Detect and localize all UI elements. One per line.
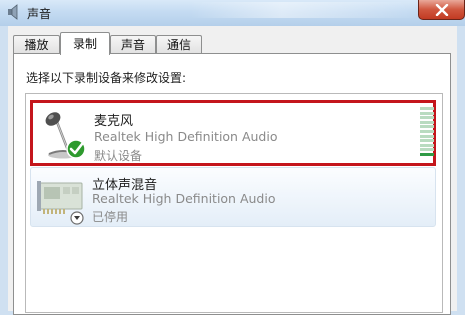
device-item-stereo-mix[interactable]: 立体声混音 Realtek High Definition Audio 已停用	[30, 167, 436, 227]
default-checkmark-icon	[66, 139, 86, 159]
device-status: 已停用	[92, 210, 129, 224]
sound-card-icon	[37, 181, 84, 225]
tab-playback[interactable]: 播放	[13, 35, 60, 53]
device-item-microphone[interactable]: 麦克风 Realtek High Definition Audio 默认设备	[30, 100, 436, 166]
title-bar: 声音	[0, 0, 465, 26]
title-bar-glass	[190, 2, 420, 18]
level-meter-segment	[420, 107, 434, 110]
level-meter-segment	[420, 111, 434, 115]
level-meter-segment	[420, 148, 434, 152]
level-meter-segment	[420, 125, 434, 129]
tab-recording[interactable]: 录制	[60, 32, 110, 55]
disabled-down-arrow-icon	[70, 211, 84, 225]
device-list: 麦克风 Realtek High Definition Audio 默认设备 立…	[25, 93, 443, 313]
level-meter-segment	[420, 153, 434, 156]
tab-sounds[interactable]: 声音	[110, 35, 156, 53]
window-title: 声音	[27, 7, 52, 21]
close-button[interactable]	[418, 0, 465, 20]
dialog-client-area: 播放 录制 声音 通信 选择以下录制设备来修改设置: 麦克风 Realtek H…	[8, 26, 457, 315]
recording-panel: 选择以下录制设备来修改设置: 麦克风 Realtek High Definiti…	[13, 53, 451, 315]
panel-prompt: 选择以下录制设备来修改设置:	[26, 71, 187, 85]
level-meter-segment	[420, 116, 434, 120]
level-meter-segment	[420, 130, 434, 133]
device-status: 默认设备	[94, 149, 143, 163]
tab-communications[interactable]: 通信	[156, 35, 202, 53]
level-meter-segment	[420, 134, 434, 138]
device-driver: Realtek High Definition Audio	[92, 191, 276, 206]
device-name: 麦克风	[94, 114, 134, 129]
level-meter	[420, 107, 434, 158]
speaker-icon	[8, 4, 18, 20]
level-meter-segment	[420, 120, 434, 124]
close-icon	[435, 3, 448, 16]
level-meter-segment	[420, 143, 434, 147]
level-meter-segment	[420, 139, 434, 143]
tab-strip: 播放 录制 声音 通信	[13, 32, 453, 55]
device-driver: Realtek High Definition Audio	[94, 129, 278, 144]
microphone-icon	[45, 112, 86, 159]
